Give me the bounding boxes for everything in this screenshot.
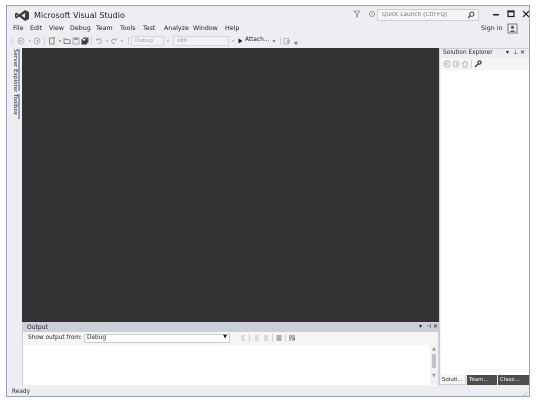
toolbar-separator xyxy=(272,334,273,342)
search-icon[interactable] xyxy=(467,11,475,19)
scroll-up-arrow-icon[interactable]: ▲ xyxy=(432,346,436,352)
redo-icon[interactable] xyxy=(110,37,118,45)
notifications-flag-icon[interactable] xyxy=(353,10,361,18)
status-bar: Ready xyxy=(7,386,529,397)
scroll-down-arrow-icon[interactable]: ▼ xyxy=(432,373,436,379)
account-icon[interactable] xyxy=(507,23,518,34)
tab-team-explorer[interactable]: Team... xyxy=(467,375,497,385)
output-panel-title: Output xyxy=(27,324,48,331)
window-position-dropdown-icon[interactable]: ▾ xyxy=(506,49,509,56)
tab-class-view[interactable]: Class... xyxy=(498,375,529,385)
side-tab-server-explorer-label: Server Explorer xyxy=(12,49,18,93)
quick-launch-input[interactable] xyxy=(378,10,466,20)
toolbar-overflow-icon[interactable] xyxy=(292,37,300,45)
navigate-back-icon[interactable] xyxy=(17,37,25,45)
dropdown-arrow-icon[interactable] xyxy=(164,37,172,45)
maximize-button[interactable] xyxy=(504,7,518,21)
solution-explorer-title: Solution Explorer xyxy=(443,50,493,56)
start-play-icon[interactable] xyxy=(236,37,244,45)
solution-explorer-header: Solution Explorer ▾ ⊥ ✕ xyxy=(440,49,529,58)
close-panel-icon[interactable]: ✕ xyxy=(520,49,525,56)
toolbar-separator xyxy=(91,37,92,45)
menu-help[interactable]: Help xyxy=(225,25,239,32)
dropdown-arrow-icon[interactable] xyxy=(270,37,278,45)
properties-wrench-icon[interactable] xyxy=(474,60,482,68)
menu-file[interactable]: File xyxy=(13,25,24,32)
close-panel-icon[interactable]: ✕ xyxy=(433,323,438,330)
solution-explorer-tabs: Soluti... Team... Class... xyxy=(439,375,529,385)
output-vertical-scrollbar[interactable]: ▲ ▼ xyxy=(430,345,438,385)
scroll-thumb[interactable] xyxy=(432,354,436,368)
menu-tools[interactable]: Tools xyxy=(120,25,136,32)
menu-analyze[interactable]: Analyze xyxy=(164,25,189,32)
save-all-icon[interactable] xyxy=(81,37,89,45)
menu-debug[interactable]: Debug xyxy=(70,25,91,32)
output-source-value: Debug xyxy=(87,335,107,341)
menu-view[interactable]: View xyxy=(49,25,64,32)
new-project-icon[interactable] xyxy=(48,37,56,45)
solution-explorer-tree[interactable] xyxy=(441,70,529,375)
navigate-forward-icon[interactable] xyxy=(33,37,41,45)
tab-solution-explorer[interactable]: Soluti... xyxy=(439,375,466,385)
solution-configuration-combo[interactable]: Debug xyxy=(131,36,164,46)
toolbar-separator xyxy=(280,37,281,45)
toolbar-separator xyxy=(44,37,45,45)
minimize-button[interactable] xyxy=(489,7,503,21)
pin-icon[interactable]: ⊥ xyxy=(513,49,518,56)
editor-area[interactable] xyxy=(22,48,439,322)
quick-launch-box[interactable] xyxy=(377,9,479,21)
sign-in-link[interactable]: Sign in xyxy=(481,25,502,32)
toggle-word-wrap-icon[interactable] xyxy=(288,334,296,342)
solution-explorer-panel: Solution Explorer ▾ ⊥ ✕ xyxy=(439,48,529,375)
dropdown-arrow-icon[interactable] xyxy=(118,37,126,45)
toolbar-separator xyxy=(471,60,472,68)
side-tab-toolbox-label: Toolbox xyxy=(12,94,18,115)
go-to-previous-message-icon[interactable] xyxy=(253,334,261,342)
title-bar: Microsoft Visual Studio xyxy=(7,6,529,24)
solution-platform-combo[interactable]: x86 xyxy=(173,36,229,46)
side-tab-server-explorer[interactable]: Server Explorer xyxy=(11,49,20,93)
main-window: Microsoft Visual Studio File Edit xyxy=(6,5,530,397)
app-title: Microsoft Visual Studio xyxy=(34,11,125,20)
output-panel: Output ▾ ⊣ ✕ Show output from: Debug ▼ ▲… xyxy=(22,322,439,393)
solution-explorer-toolbar xyxy=(440,59,529,69)
menu-edit[interactable]: Edit xyxy=(30,25,42,32)
status-text: Ready xyxy=(12,389,30,395)
close-button[interactable] xyxy=(519,7,530,21)
resize-grip-icon[interactable] xyxy=(520,389,528,397)
find-in-files-icon[interactable] xyxy=(283,37,291,45)
side-tab-toolbox[interactable]: Toolbox xyxy=(11,94,20,119)
home-icon[interactable] xyxy=(461,60,469,68)
pin-icon[interactable]: ⊣ xyxy=(426,323,431,330)
solution-configuration-value: Debug xyxy=(135,38,154,44)
toolbar-separator xyxy=(285,334,286,342)
toolbar-separator xyxy=(128,37,129,45)
open-file-icon[interactable] xyxy=(63,37,71,45)
save-icon[interactable] xyxy=(72,37,80,45)
menu-team[interactable]: Team xyxy=(96,25,113,32)
toolbar-grip-icon[interactable] xyxy=(9,37,17,45)
menu-window[interactable]: Window xyxy=(193,25,218,32)
feedback-icon[interactable] xyxy=(368,10,376,18)
solution-platform-value: x86 xyxy=(177,38,188,44)
undo-icon[interactable] xyxy=(95,37,103,45)
forward-icon[interactable] xyxy=(452,60,460,68)
output-panel-header: Output ▾ ⊣ ✕ xyxy=(23,323,438,332)
attach-button[interactable]: Attach... xyxy=(245,37,269,43)
back-icon[interactable] xyxy=(443,60,451,68)
menu-bar: File Edit View Debug Team Tools Test Ana… xyxy=(7,23,529,35)
output-toolbar: Show output from: Debug ▼ xyxy=(23,333,438,344)
go-to-next-message-icon[interactable] xyxy=(262,334,270,342)
toolbar-separator xyxy=(249,334,250,342)
output-source-select[interactable]: Debug ▼ xyxy=(84,334,230,343)
visual-studio-logo-icon xyxy=(15,10,29,21)
clear-all-icon[interactable] xyxy=(275,334,283,342)
menu-test[interactable]: Test xyxy=(143,25,155,32)
show-output-from-label: Show output from: xyxy=(28,335,82,341)
chevron-down-icon: ▼ xyxy=(223,334,227,340)
window-position-dropdown-icon[interactable]: ▾ xyxy=(419,323,422,330)
standard-toolbar: Debug x86 Attach... xyxy=(7,35,529,47)
find-message-icon[interactable] xyxy=(239,334,247,342)
